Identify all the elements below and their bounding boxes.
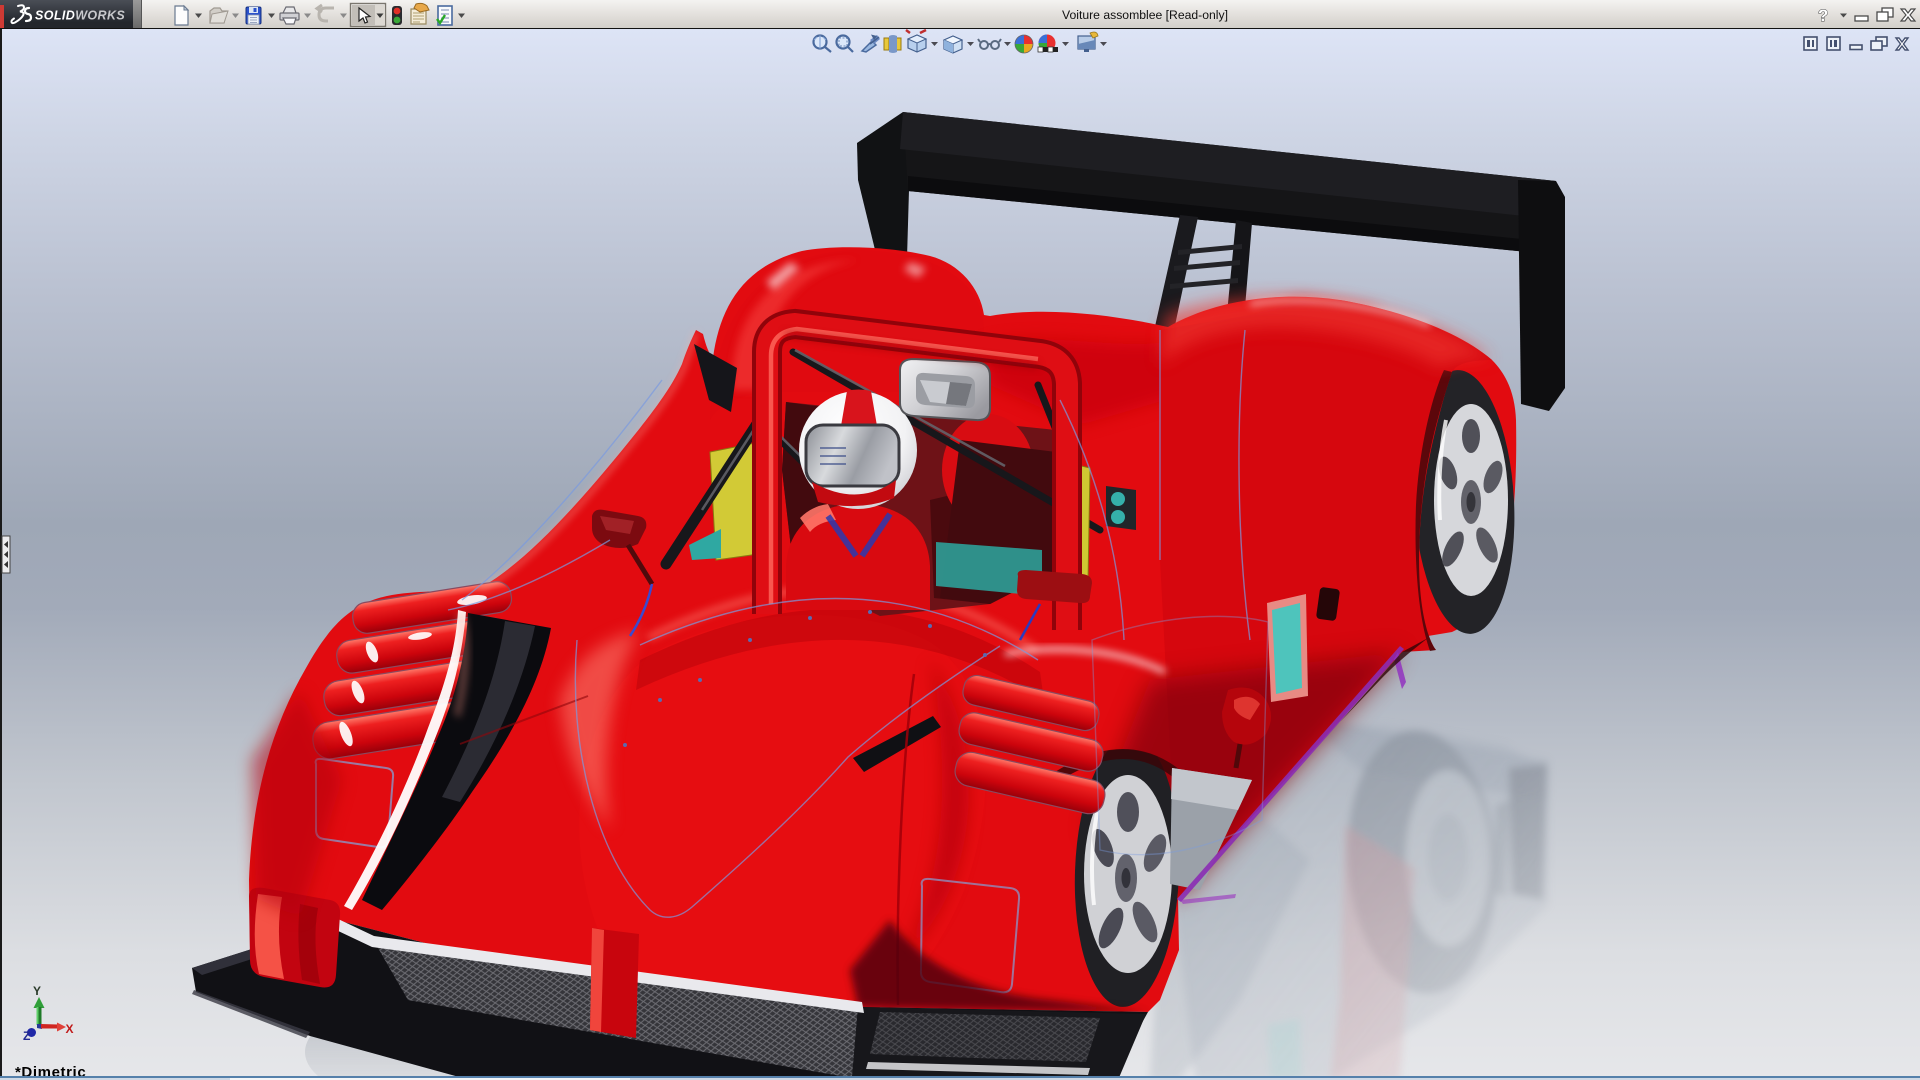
svg-text:Z: Z [23,1029,30,1043]
svg-text:?: ? [1818,6,1828,25]
svg-text:Y: Y [33,984,41,998]
svg-text:X: X [66,1022,74,1036]
svg-text:SOLIDWORKS: SOLIDWORKS [35,9,125,23]
